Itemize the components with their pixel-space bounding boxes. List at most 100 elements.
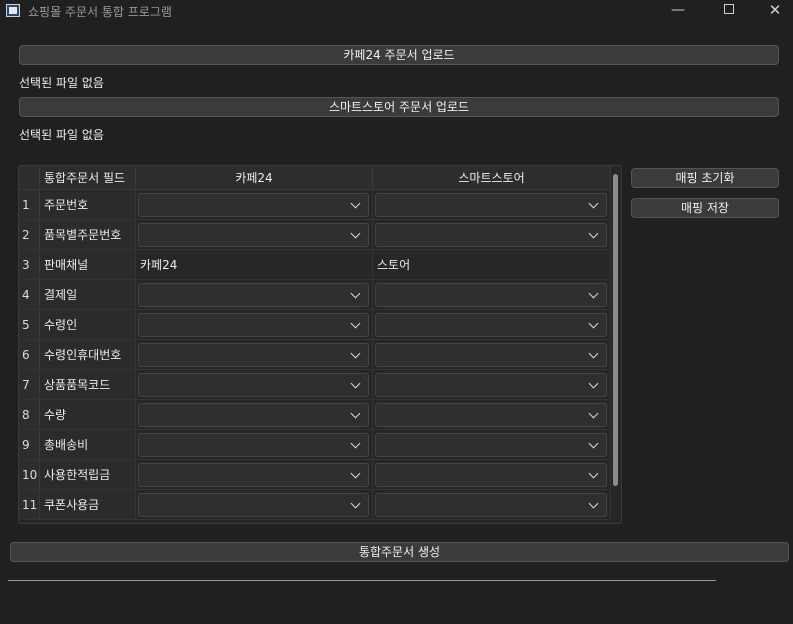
cafe24-cell bbox=[136, 400, 373, 430]
field-name: 사용한적립금 bbox=[40, 460, 136, 490]
cafe24-upload-button[interactable]: 카페24 주문서 업로드 bbox=[19, 45, 779, 65]
smartstore-column-select[interactable] bbox=[375, 433, 607, 457]
header-smartstore[interactable]: 스마트스토어 bbox=[373, 166, 611, 190]
mapping-save-button[interactable]: 매핑 저장 bbox=[631, 198, 779, 218]
field-name: 품목별주문번호 bbox=[40, 220, 136, 250]
cafe24-cell bbox=[136, 370, 373, 400]
smartstore-file-status: 선택된 파일 없음 bbox=[19, 128, 104, 142]
chevron-down-icon bbox=[588, 467, 600, 483]
row-number: 10 bbox=[19, 460, 40, 490]
row-number: 3 bbox=[19, 250, 40, 280]
row-number: 11 bbox=[19, 490, 40, 520]
cafe24-column-select[interactable] bbox=[138, 283, 369, 307]
smartstore-cell bbox=[373, 370, 611, 400]
cafe24-cell bbox=[136, 190, 373, 220]
app-icon bbox=[6, 4, 20, 17]
mapping-table: 통합주문서 필드 카페24 스마트스토어 1 주문번호 2 품목별주문번호 3 판매채널 카… bbox=[18, 165, 622, 524]
maximize-button[interactable] bbox=[706, 0, 752, 22]
field-name: 수령인 bbox=[40, 310, 136, 340]
cafe24-column-select[interactable] bbox=[138, 373, 369, 397]
row-number: 5 bbox=[19, 310, 40, 340]
chevron-down-icon bbox=[588, 407, 600, 423]
smartstore-column-select[interactable] bbox=[375, 343, 607, 367]
cafe24-column-select[interactable] bbox=[138, 433, 369, 457]
title-bar: 쇼핑몰 주문서 통합 프로그램 — ✕ bbox=[0, 0, 793, 22]
smartstore-column-select[interactable] bbox=[375, 223, 607, 247]
mapping-reset-button[interactable]: 매핑 초기화 bbox=[631, 168, 779, 188]
table-row: 7 상품품목코드 bbox=[19, 370, 611, 400]
smartstore-column-select[interactable] bbox=[375, 493, 607, 517]
field-name: 수령인휴대번호 bbox=[40, 340, 136, 370]
smartstore-value: 스토어 bbox=[377, 258, 411, 272]
table-row: 1 주문번호 bbox=[19, 190, 611, 220]
field-name: 결제일 bbox=[40, 280, 136, 310]
table-row: 6 수령인휴대번호 bbox=[19, 340, 611, 370]
chevron-down-icon bbox=[588, 347, 600, 363]
generate-button[interactable]: 통합주문서 생성 bbox=[10, 542, 789, 562]
smartstore-column-select[interactable] bbox=[375, 373, 607, 397]
chevron-down-icon bbox=[350, 197, 362, 213]
cafe24-column-select[interactable] bbox=[138, 463, 369, 487]
chevron-down-icon bbox=[350, 437, 362, 453]
row-number: 7 bbox=[19, 370, 40, 400]
header-field[interactable]: 통합주문서 필드 bbox=[40, 166, 136, 190]
cafe24-column-select[interactable] bbox=[138, 403, 369, 427]
row-number: 6 bbox=[19, 340, 40, 370]
table-row: 3 판매채널 카페24 스토어 bbox=[19, 250, 611, 280]
cafe24-cell bbox=[136, 280, 373, 310]
smartstore-cell bbox=[373, 340, 611, 370]
smartstore-column-select[interactable] bbox=[375, 463, 607, 487]
chevron-down-icon bbox=[350, 347, 362, 363]
cafe24-column-select[interactable] bbox=[138, 343, 369, 367]
chevron-down-icon bbox=[350, 287, 362, 303]
table-row: 10 사용한적립금 bbox=[19, 460, 611, 490]
cafe24-column-select[interactable] bbox=[138, 223, 369, 247]
row-number: 1 bbox=[19, 190, 40, 220]
field-name: 판매채널 bbox=[40, 250, 136, 280]
smartstore-cell bbox=[373, 220, 611, 250]
smartstore-cell bbox=[373, 310, 611, 340]
smartstore-cell bbox=[373, 460, 611, 490]
field-name: 수량 bbox=[40, 400, 136, 430]
table-body: 1 주문번호 2 품목별주문번호 3 판매채널 카페24 스토어 4 결제일 5 수령인 6 수령인휴대번… bbox=[19, 190, 611, 520]
minimize-button[interactable]: — bbox=[655, 0, 701, 22]
smartstore-cell bbox=[373, 430, 611, 460]
field-name: 주문번호 bbox=[40, 190, 136, 220]
table-scrollbar[interactable] bbox=[613, 168, 620, 520]
table-row: 8 수량 bbox=[19, 400, 611, 430]
chevron-down-icon bbox=[350, 377, 362, 393]
chevron-down-icon bbox=[588, 287, 600, 303]
smartstore-column-select[interactable] bbox=[375, 403, 607, 427]
table-row: 11 쿠폰사용금 bbox=[19, 490, 611, 520]
smartstore-cell bbox=[373, 280, 611, 310]
close-button[interactable]: ✕ bbox=[752, 0, 793, 22]
field-name: 쿠폰사용금 bbox=[40, 490, 136, 520]
chevron-down-icon bbox=[350, 227, 362, 243]
cafe24-column-select[interactable] bbox=[138, 193, 369, 217]
row-number: 4 bbox=[19, 280, 40, 310]
header-cafe24[interactable]: 카페24 bbox=[136, 166, 373, 190]
smartstore-column-select[interactable] bbox=[375, 283, 607, 307]
cafe24-value: 카페24 bbox=[140, 258, 178, 272]
chevron-down-icon bbox=[350, 467, 362, 483]
cafe24-column-select[interactable] bbox=[138, 313, 369, 337]
chevron-down-icon bbox=[588, 197, 600, 213]
table-row: 4 결제일 bbox=[19, 280, 611, 310]
chevron-down-icon bbox=[588, 497, 600, 513]
smartstore-column-select[interactable] bbox=[375, 193, 607, 217]
chevron-down-icon bbox=[350, 497, 362, 513]
chevron-down-icon bbox=[588, 227, 600, 243]
cafe24-cell: 카페24 bbox=[136, 250, 373, 280]
chevron-down-icon bbox=[588, 317, 600, 333]
smartstore-cell bbox=[373, 490, 611, 520]
cafe24-column-select[interactable] bbox=[138, 493, 369, 517]
smartstore-cell bbox=[373, 190, 611, 220]
scrollbar-thumb[interactable] bbox=[613, 174, 618, 486]
smartstore-upload-button[interactable]: 스마트스토어 주문서 업로드 bbox=[19, 97, 779, 117]
smartstore-cell: 스토어 bbox=[373, 250, 611, 280]
row-number: 8 bbox=[19, 400, 40, 430]
cafe24-cell bbox=[136, 220, 373, 250]
smartstore-column-select[interactable] bbox=[375, 313, 607, 337]
chevron-down-icon bbox=[350, 407, 362, 423]
window-title: 쇼핑몰 주문서 통합 프로그램 bbox=[28, 5, 172, 19]
